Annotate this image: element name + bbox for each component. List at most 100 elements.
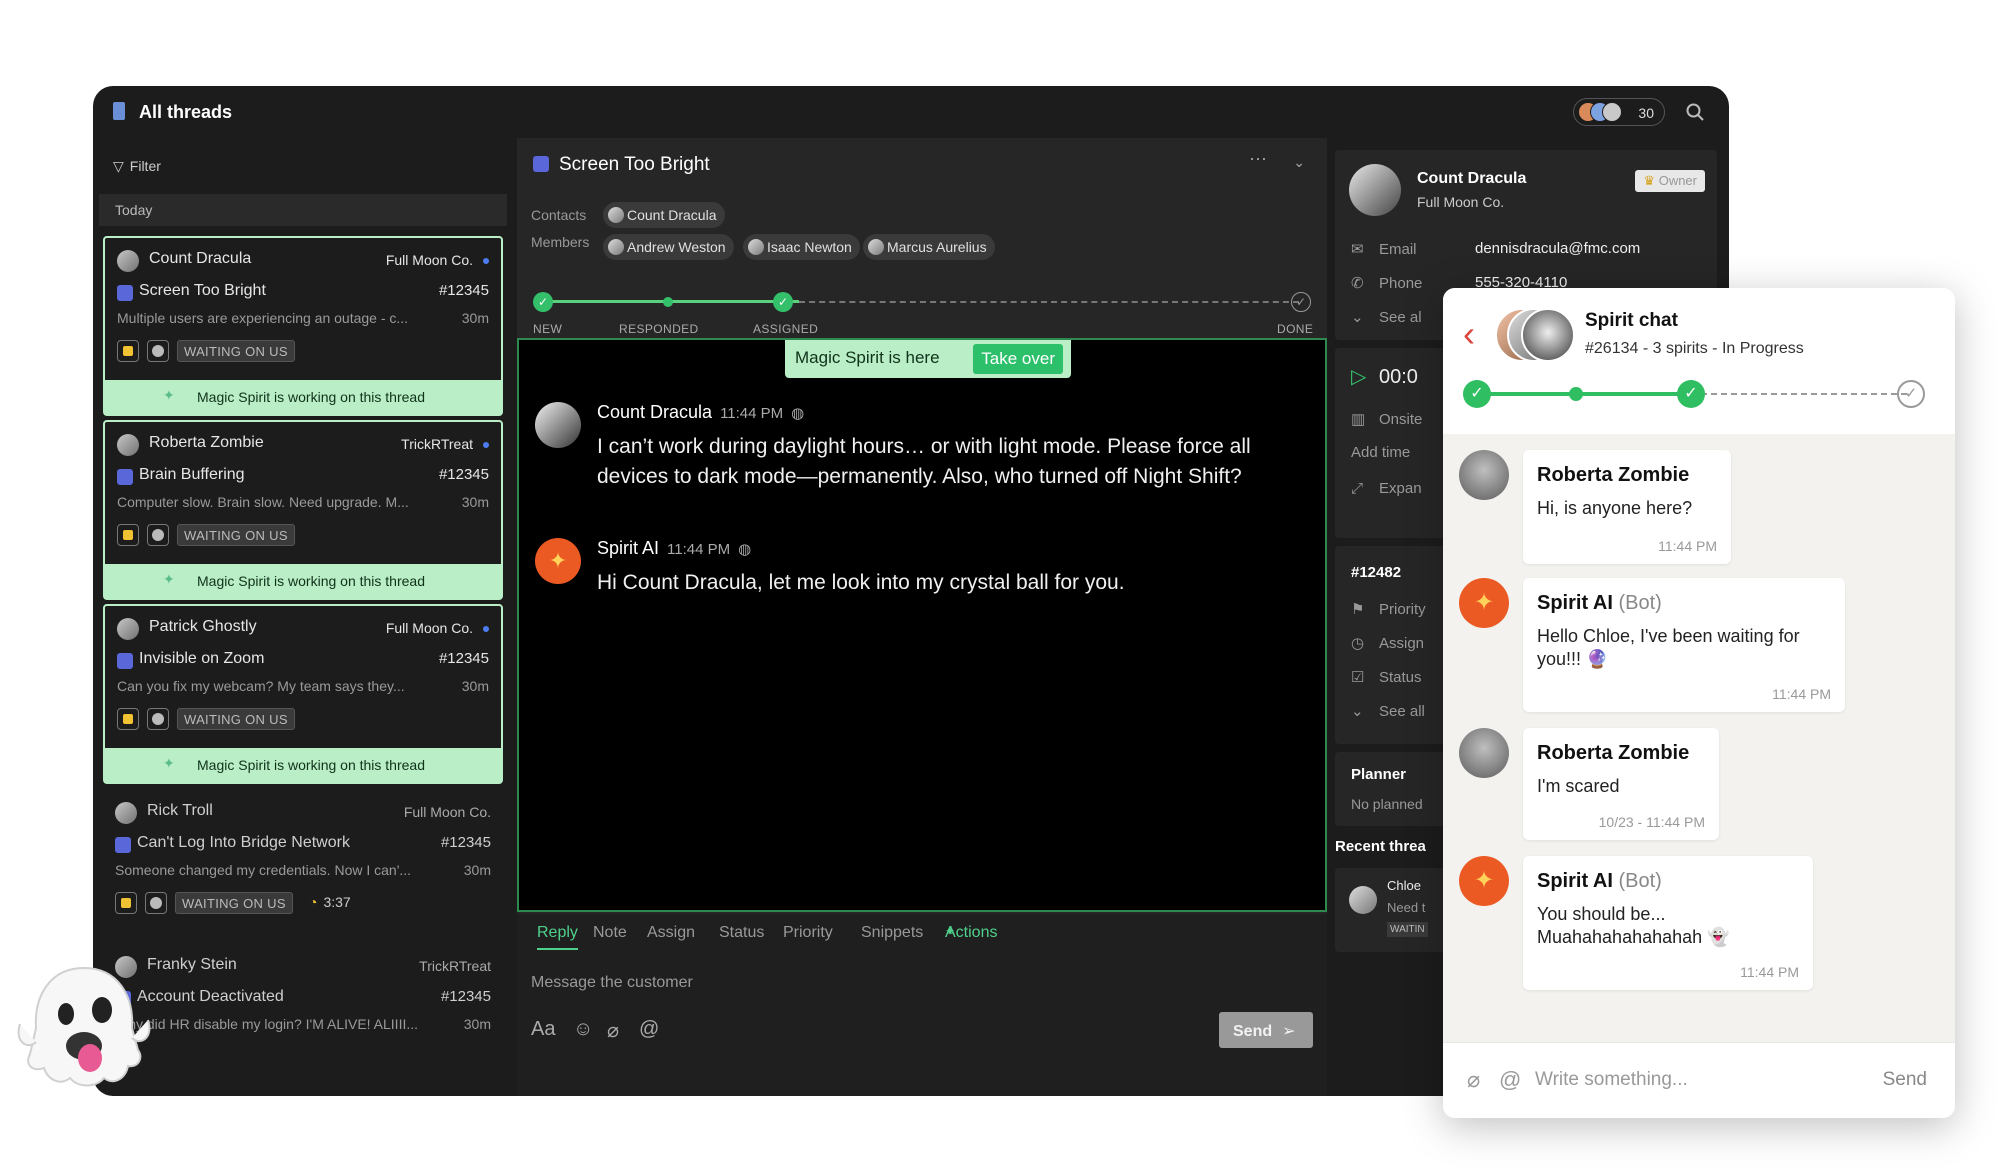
- clock-icon: ◷: [1351, 635, 1365, 652]
- company-name: Full Moon Co.: [385, 620, 473, 636]
- priority-icon[interactable]: [115, 892, 137, 914]
- emoji-icon[interactable]: ☺: [573, 1018, 593, 1041]
- company-name: Full Moon Co.: [403, 804, 491, 820]
- message-area: Magic Spirit is here Take over Count Dra…: [517, 338, 1327, 912]
- email-value[interactable]: dennisdracula@fmc.com: [1475, 240, 1640, 257]
- thread-card[interactable]: Patrick Ghostly Full Moon Co. Invisible o…: [103, 604, 503, 784]
- take-over-button[interactable]: Take over: [973, 344, 1063, 374]
- avatar: [1602, 102, 1622, 122]
- expand-button[interactable]: ⤢ Expan: [1351, 480, 1422, 497]
- more-icon[interactable]: ···: [1249, 148, 1267, 169]
- conversation-pane: Screen Too Bright ··· ⌄ Contacts Count D…: [517, 138, 1327, 1096]
- priority-field[interactable]: ⚑ Priority: [1351, 600, 1426, 618]
- avatar: [117, 250, 139, 272]
- avatar: [117, 618, 139, 640]
- progress-remaining: [799, 301, 1299, 303]
- checkbox-icon: ☑: [1351, 669, 1365, 686]
- thread-card[interactable]: Franky Stein TrickRTreat Account Deactiva…: [103, 944, 503, 1054]
- member-chip[interactable]: Andrew Weston: [603, 234, 734, 260]
- timer-icon: ◔: [309, 894, 318, 910]
- email-label: ✉ Email: [1351, 240, 1417, 258]
- mention-icon[interactable]: @: [1499, 1067, 1521, 1093]
- teams-icon: [115, 837, 131, 853]
- check-icon: ✓: [1677, 380, 1705, 408]
- thread-card[interactable]: Count Dracula Full Moon Co. Screen Too Br…: [103, 236, 503, 416]
- mention-icon[interactable]: @: [639, 1018, 659, 1041]
- see-all-link[interactable]: ⌄ See all: [1351, 702, 1425, 720]
- member-chip[interactable]: Marcus Aurelius: [863, 234, 995, 260]
- priority-icon[interactable]: [117, 708, 139, 730]
- spirit-composer: ⌀ @ Write something... Send: [1443, 1042, 1955, 1118]
- send-icon: ➢: [1282, 1023, 1296, 1040]
- message: ✦ Spirit AI 11:44 PM ◍ Hi Count Dracula, l…: [535, 538, 1285, 608]
- chat-message: ✦ Spirit AI (Bot) Hello Chloe, I've been…: [1459, 578, 1939, 712]
- tab-status[interactable]: Status: [719, 924, 764, 942]
- assignee-icon[interactable]: [147, 524, 169, 546]
- tab-snippets[interactable]: Snippets: [861, 924, 923, 942]
- avatar: [608, 207, 624, 223]
- priority-icon[interactable]: [117, 340, 139, 362]
- chevron-down-icon[interactable]: ⌄: [1293, 154, 1305, 171]
- filter-button[interactable]: ▽ Filter: [113, 158, 161, 175]
- tab-reply[interactable]: Reply: [537, 924, 578, 950]
- spirit-send-button[interactable]: Send: [1883, 1069, 1927, 1091]
- composer: Reply Note Assign Status Priority Snippe…: [517, 914, 1327, 1096]
- thread-subject: Account Deactivated: [137, 988, 284, 1005]
- attachment-icon[interactable]: ⌀: [607, 1018, 619, 1043]
- contact-name: Roberta Zombie: [149, 434, 264, 451]
- avatar: [115, 802, 137, 824]
- tab-assign[interactable]: Assign: [647, 924, 695, 942]
- assignee-icon[interactable]: [147, 340, 169, 362]
- message-text: You should be... Muahahahahahahah 👻: [1537, 904, 1730, 947]
- avatar: [1349, 164, 1401, 216]
- company-name: TrickRTreat: [401, 436, 473, 452]
- send-button[interactable]: Send ➢: [1219, 1012, 1313, 1048]
- chat-message: Roberta Zombie Hi, is anyone here? 11:44…: [1459, 450, 1939, 564]
- add-time-button[interactable]: Add time: [1351, 444, 1410, 461]
- message-author: Roberta Zombie: [1537, 742, 1705, 765]
- recent-threads-title: Recent threa: [1335, 838, 1426, 855]
- tab-note[interactable]: Note: [593, 924, 627, 942]
- message-time: 11:44 PM: [1740, 964, 1799, 980]
- check-icon: ✓: [773, 292, 793, 312]
- sparkle-icon: ✦: [163, 571, 175, 587]
- participants-pill[interactable]: 30: [1573, 98, 1665, 126]
- sparkle-icon: ✦: [535, 538, 581, 584]
- spirit-message-input[interactable]: Write something...: [1535, 1069, 1688, 1091]
- status-field[interactable]: ☑ Status: [1351, 668, 1422, 686]
- thread-card[interactable]: Roberta Zombie TrickRTreat Brain Bufferin…: [103, 420, 503, 600]
- search-icon[interactable]: [1685, 102, 1705, 122]
- tab-priority[interactable]: Priority: [783, 924, 833, 942]
- see-all-link[interactable]: ⌄ See al: [1351, 308, 1422, 326]
- magic-spirit-bar: ✦ Magic Spirit is working on this thread: [105, 564, 501, 598]
- progress-step: [663, 297, 673, 307]
- message-text: Hello Chloe, I've been waiting for you!!…: [1537, 626, 1800, 669]
- attachment-icon[interactable]: ⌀: [1467, 1067, 1480, 1093]
- assignee-icon[interactable]: [145, 892, 167, 914]
- avatar: [748, 239, 764, 255]
- unread-dot: [483, 626, 489, 632]
- priority-icon[interactable]: [117, 524, 139, 546]
- timer-display[interactable]: ▷ 00:0: [1351, 364, 1418, 389]
- back-icon[interactable]: ‹: [1463, 316, 1475, 352]
- send-label: Send: [1233, 1023, 1273, 1040]
- chip-label: Count Dracula: [627, 207, 717, 223]
- recent-thread-snippet: Need t: [1387, 900, 1426, 915]
- font-format-icon[interactable]: Aa: [531, 1018, 555, 1041]
- thread-card[interactable]: Rick Troll Full Moon Co. Can't Log Into B…: [103, 790, 503, 936]
- message-input[interactable]: Message the customer: [531, 974, 693, 992]
- owner-label: Owner: [1658, 173, 1697, 188]
- assign-field[interactable]: ◷ Assign: [1351, 634, 1424, 652]
- contact-chip[interactable]: Count Dracula: [603, 202, 725, 228]
- avatar: [1459, 728, 1509, 778]
- thread-age: 30m: [463, 1016, 491, 1032]
- see-all-label: See al: [1379, 309, 1422, 326]
- crown-icon: ♛: [1643, 173, 1656, 188]
- chip-label: Marcus Aurelius: [887, 239, 987, 255]
- message-author: Roberta Zombie: [1537, 464, 1717, 487]
- done-check-icon: ✓: [1897, 380, 1925, 408]
- onsite-toggle[interactable]: ▥ Onsite: [1351, 410, 1422, 428]
- thread-snippet: Computer slow. Brain slow. Need upgrade.…: [117, 494, 409, 510]
- member-chip[interactable]: Isaac Newton: [743, 234, 860, 260]
- assignee-icon[interactable]: [147, 708, 169, 730]
